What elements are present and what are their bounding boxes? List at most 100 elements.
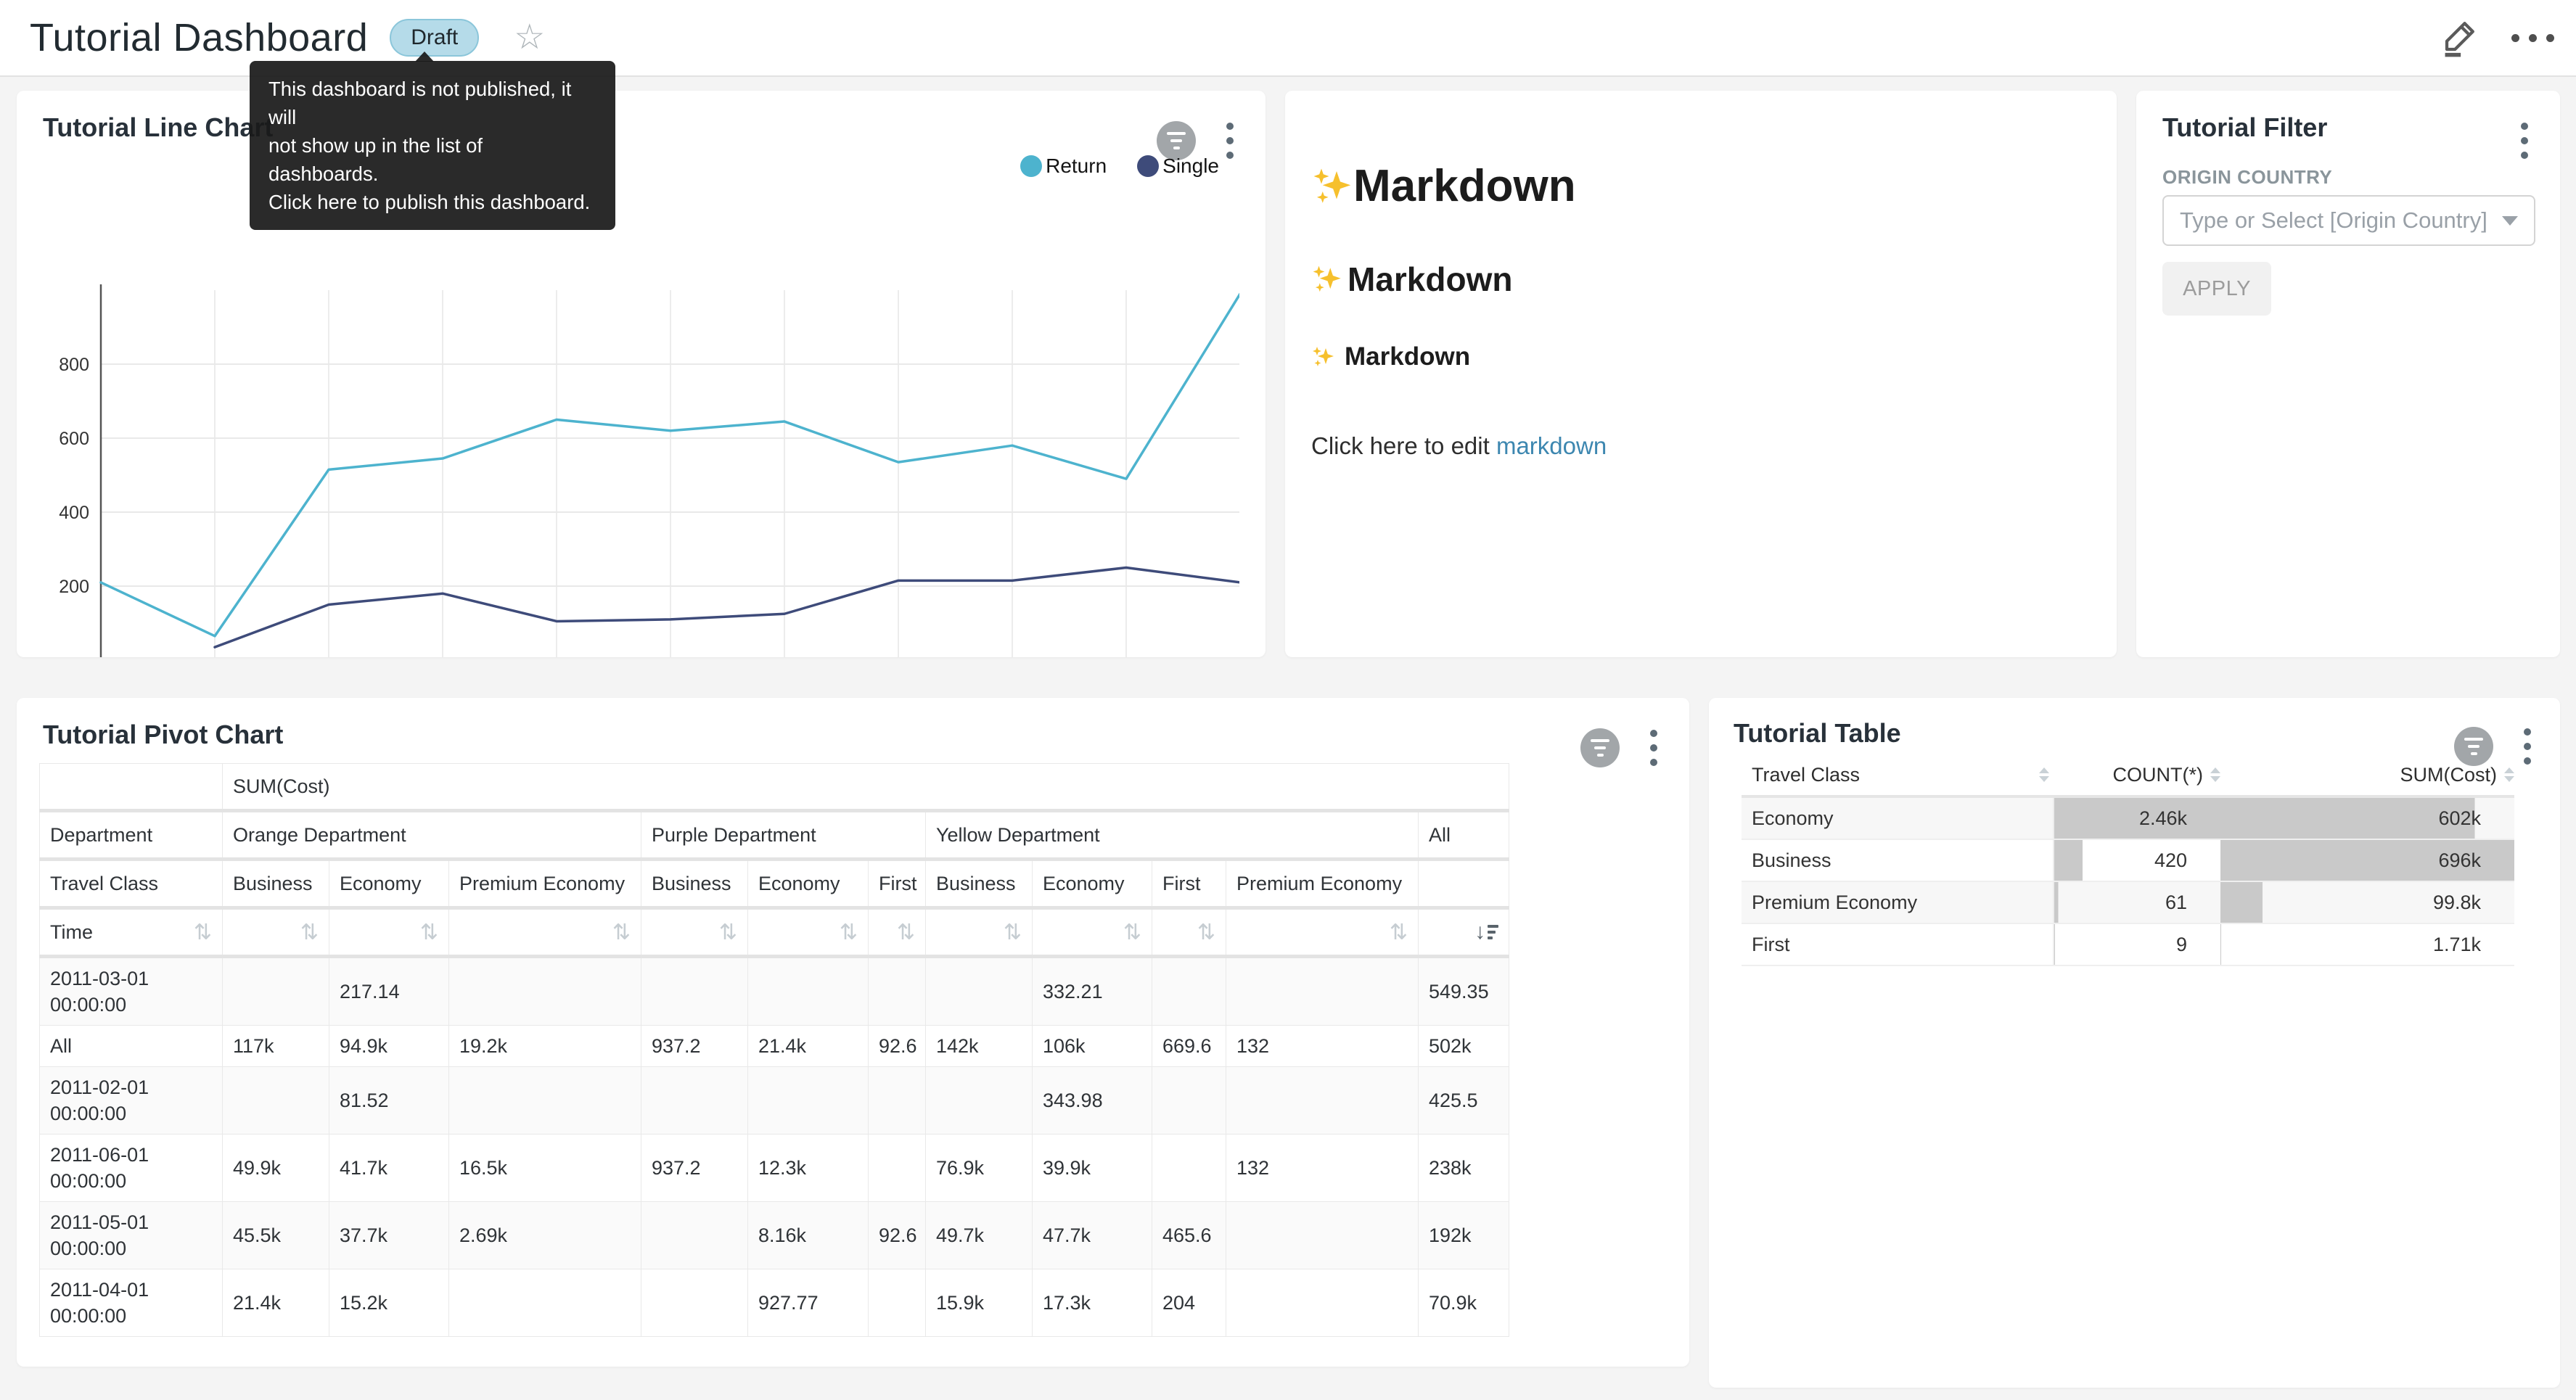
- sort-caret-icon: [2504, 767, 2514, 782]
- pivot-cell: [869, 1135, 926, 1202]
- column-header-sum[interactable]: SUM(Cost): [2220, 754, 2514, 796]
- pivot-cell: 15.2k: [329, 1269, 449, 1337]
- svg-text:600: 600: [59, 429, 89, 449]
- pivot-cell: 81.52: [329, 1067, 449, 1135]
- pivot-group-header: Purple Department: [641, 811, 926, 860]
- table-row: Premium Economy6199.8k: [1742, 881, 2514, 923]
- pivot-sort-cell: ⇅: [869, 908, 926, 957]
- panel-title: Tutorial Table: [1734, 718, 1901, 749]
- pivot-cell: 927.77: [748, 1269, 869, 1337]
- pivot-cell: [869, 1269, 926, 1337]
- pivot-cell: [1152, 1067, 1226, 1135]
- pivot-class-header: Business: [641, 860, 748, 908]
- column-header-travel-class[interactable]: Travel Class: [1742, 754, 2054, 796]
- table-row: First91.71k: [1742, 923, 2514, 965]
- more-options-button[interactable]: [2511, 34, 2554, 42]
- pivot-cell: [869, 957, 926, 1026]
- pivot-cell: 92.6: [869, 1202, 926, 1269]
- legend-item-single[interactable]: Single: [1137, 155, 1219, 178]
- line-chart[interactable]: 200400600800FebruaryMarchAprilMayJuneJul…: [43, 272, 1239, 657]
- panel-title: Tutorial Pivot Chart: [43, 720, 283, 750]
- pivot-sort-cell: ↓: [1419, 908, 1509, 957]
- table-row: Economy2.46k602k: [1742, 796, 2514, 839]
- sort-icon[interactable]: ⇅: [1197, 921, 1215, 944]
- sort-icon[interactable]: ⇅: [1390, 921, 1408, 944]
- panel-tutorial-filter: Tutorial Filter ORIGIN COUNTRY Type or S…: [2136, 91, 2560, 657]
- origin-country-select[interactable]: Type or Select [Origin Country]: [2162, 195, 2535, 246]
- pivot-cell: 15.9k: [926, 1269, 1033, 1337]
- sparkles-icon: [1311, 166, 1352, 207]
- pivot-cell: 465.6: [1152, 1202, 1226, 1269]
- sort-icon[interactable]: ⇅: [194, 920, 212, 945]
- pivot-group-header: All: [1419, 811, 1509, 860]
- pivot-row-header: 2011-04-0100:00:00: [40, 1269, 223, 1337]
- panel-title: Tutorial Line Chart: [43, 112, 273, 143]
- sort-icon[interactable]: ⇅: [897, 921, 915, 944]
- travel-class-table: Travel ClassCOUNT(*)SUM(Cost)Economy2.46…: [1742, 754, 2514, 966]
- pivot-cell: [449, 957, 641, 1026]
- legend-item-return[interactable]: Return: [1020, 155, 1107, 178]
- origin-country-label: ORIGIN COUNTRY: [2162, 166, 2332, 189]
- cell-travel-class: Business: [1742, 839, 2054, 881]
- pivot-row-header: All: [40, 1026, 223, 1067]
- chart-options-menu[interactable]: [1223, 120, 1236, 162]
- edit-dashboard-button[interactable]: [2439, 18, 2478, 57]
- pivot-row: 2011-02-0100:00:0081.52343.98425.5: [40, 1067, 1509, 1135]
- sort-caret-icon: [2039, 767, 2049, 782]
- cell-sum: 1.71k: [2220, 923, 2514, 965]
- series-single[interactable]: [215, 568, 1239, 648]
- pivot-cell: [1226, 957, 1419, 1026]
- draft-status-badge[interactable]: Draft: [390, 19, 479, 57]
- sort-icon[interactable]: ⇅: [840, 921, 858, 944]
- pivot-group-header: Yellow Department: [926, 811, 1419, 860]
- sort-icon[interactable]: ⇅: [1123, 921, 1141, 944]
- chart-options-menu[interactable]: [2518, 120, 2531, 162]
- pencil-icon: [2439, 18, 2478, 57]
- column-header-count[interactable]: COUNT(*): [2054, 754, 2220, 796]
- pivot-cell: 12.3k: [748, 1135, 869, 1202]
- sort-icon[interactable]: ⇅: [420, 921, 438, 944]
- panel-title: Tutorial Filter: [2162, 112, 2327, 143]
- sort-icon[interactable]: ⇅: [1004, 921, 1022, 944]
- pivot-cell: 47.7k: [1033, 1202, 1152, 1269]
- pivot-row: 2011-06-0100:00:0049.9k41.7k16.5k937.212…: [40, 1135, 1509, 1202]
- pivot-cell: 70.9k: [1419, 1269, 1509, 1337]
- favorite-star-icon[interactable]: ☆: [514, 20, 545, 55]
- sparkles-icon: [1311, 345, 1334, 368]
- pivot-cell: [223, 957, 329, 1026]
- panel-tutorial-table: Tutorial Table Travel ClassCOUNT(*)SUM(C…: [1709, 698, 2560, 1388]
- pivot-cell: 217.14: [329, 957, 449, 1026]
- legend-dot-icon: [1137, 155, 1159, 177]
- pivot-class-header: Economy: [1033, 860, 1152, 908]
- cell-count: 61: [2054, 881, 2220, 923]
- pivot-cell: [1226, 1202, 1419, 1269]
- sparkles-icon: [1311, 264, 1342, 295]
- sort-icon[interactable]: ⇅: [719, 921, 737, 944]
- chart-options-menu[interactable]: [2521, 725, 2534, 767]
- sort-icon-active[interactable]: ↓: [1474, 920, 1498, 944]
- pivot-cell: [1226, 1067, 1419, 1135]
- pivot-cell: [869, 1067, 926, 1135]
- pivot-sort-cell: ⇅: [1226, 908, 1419, 957]
- apply-button[interactable]: APPLY: [2162, 262, 2271, 316]
- pivot-sort-cell: ⇅: [329, 908, 449, 957]
- sort-icon[interactable]: ⇅: [300, 921, 319, 944]
- pivot-cell: [926, 1067, 1033, 1135]
- pivot-cell: 343.98: [1033, 1067, 1152, 1135]
- markdown-link[interactable]: markdown: [1496, 432, 1607, 459]
- pivot-row: 2011-05-0100:00:0045.5k37.7k2.69k8.16k92…: [40, 1202, 1509, 1269]
- legend-dot-icon: [1020, 155, 1042, 177]
- pivot-cell: 76.9k: [926, 1135, 1033, 1202]
- chart-options-menu[interactable]: [1647, 727, 1660, 769]
- pivot-cell: [748, 957, 869, 1026]
- sort-icon[interactable]: ⇅: [612, 921, 631, 944]
- markdown-h3: Markdown: [1311, 342, 2095, 371]
- svg-text:200: 200: [59, 577, 89, 597]
- pivot-sort-cell: ⇅: [641, 908, 748, 957]
- panel-tutorial-pivot-chart: Tutorial Pivot Chart SUM(Cost)Department…: [17, 698, 1689, 1367]
- pivot-row-header: 2011-02-0100:00:00: [40, 1067, 223, 1135]
- svg-text:800: 800: [59, 355, 89, 375]
- pivot-class-header: Economy: [748, 860, 869, 908]
- pivot-class-header: Premium Economy: [1226, 860, 1419, 908]
- filter-indicator-icon[interactable]: [1580, 728, 1620, 767]
